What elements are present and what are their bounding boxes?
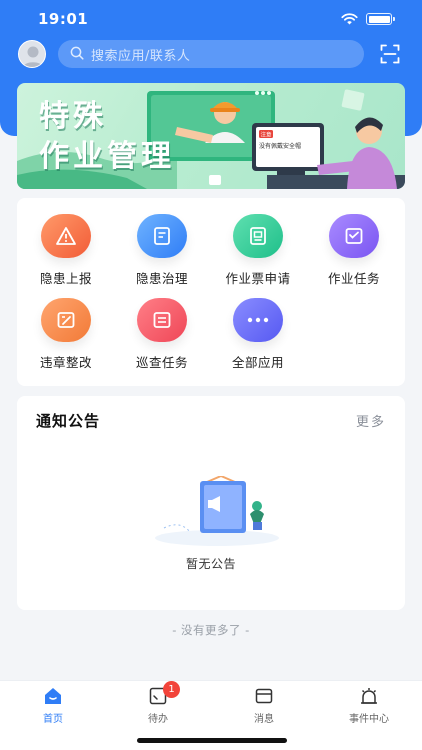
- notice-card: 通知公告 更多 暂无公告: [17, 396, 405, 610]
- home-icon: [44, 687, 62, 705]
- app-work-task[interactable]: 作业任务: [309, 198, 399, 286]
- app-all-apps[interactable]: 全部应用: [213, 282, 303, 370]
- search-placeholder: 搜索应用/联系人: [91, 48, 191, 64]
- work-task-icon: [329, 214, 379, 258]
- tab-label: 待办: [148, 714, 168, 725]
- hazard-report-icon: [41, 214, 91, 258]
- notice-title: 通知公告: [36, 412, 101, 430]
- app-label: 巡查任务: [135, 355, 188, 370]
- battery-icon: [366, 13, 395, 25]
- tab-messages[interactable]: 消息: [211, 681, 317, 729]
- search-row: 搜索应用/联系人: [0, 38, 422, 70]
- app-work-ticket[interactable]: 作业票申请: [213, 198, 303, 286]
- notice-more-link[interactable]: 更多: [356, 411, 386, 430]
- tab-todo[interactable]: 1 待办: [105, 681, 211, 729]
- tab-label: 首页: [43, 714, 63, 725]
- tab-event-center[interactable]: 事件中心: [316, 681, 422, 729]
- more-apps-icon: [233, 298, 283, 342]
- empty-notice-illustration: [150, 474, 284, 548]
- status-time: 19:01: [38, 10, 89, 28]
- violation-rectify-icon: [41, 298, 91, 342]
- app-hazard-governance[interactable]: 隐患治理: [117, 198, 207, 286]
- tab-label: 事件中心: [349, 714, 389, 725]
- banner-tag: 注意: [260, 131, 272, 139]
- search-icon: [70, 45, 84, 64]
- banner-screen-text: 没有佩戴安全帽: [259, 142, 301, 150]
- tab-label: 消息: [254, 714, 274, 725]
- patrol-task-icon: [137, 298, 187, 342]
- status-bar: 19:01: [0, 0, 422, 38]
- app-hazard-report[interactable]: 隐患上报: [21, 198, 111, 286]
- no-more-hint: - 没有更多了 -: [172, 623, 250, 637]
- alarm-icon: [360, 687, 378, 705]
- message-icon: [255, 687, 273, 705]
- scan-icon[interactable]: [380, 44, 400, 64]
- app-label: 全部应用: [231, 355, 284, 370]
- search-input[interactable]: 搜索应用/联系人: [58, 40, 364, 68]
- work-ticket-icon: [233, 214, 283, 258]
- home-indicator: [137, 738, 287, 743]
- banner-title: 特殊 作业管理: [39, 99, 175, 174]
- apps-card: 隐患上报 隐患治理 作业票申请 作业任务 违章整改 巡查任务 全部应用: [17, 198, 405, 386]
- tab-home[interactable]: 首页: [0, 681, 106, 729]
- todo-badge: 1: [163, 681, 180, 698]
- hazard-governance-icon: [137, 214, 187, 258]
- app-patrol-task[interactable]: 巡查任务: [117, 282, 207, 370]
- empty-notice-text: 暂无公告: [185, 557, 236, 571]
- app-violation-rectify[interactable]: 违章整改: [21, 282, 111, 370]
- app-label: 作业任务: [327, 271, 380, 286]
- avatar[interactable]: [18, 40, 46, 68]
- banner[interactable]: 注意 没有佩戴安全帽 特殊 作业管理: [17, 83, 405, 189]
- status-indicators: [341, 10, 395, 29]
- wifi-icon: [341, 10, 358, 29]
- app-label: 违章整改: [39, 355, 92, 370]
